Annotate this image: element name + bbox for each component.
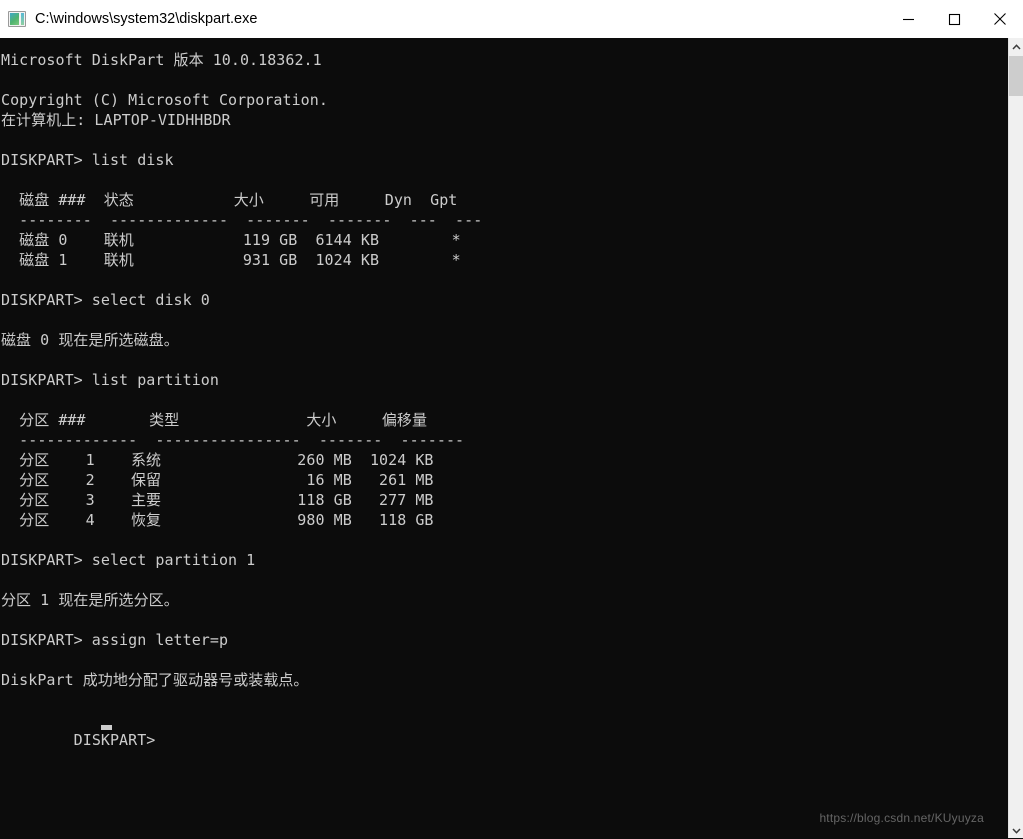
chevron-up-icon — [1011, 43, 1021, 50]
partition-table-header: 分区 ### 类型 大小 偏移量 — [1, 411, 428, 429]
console-message: 分区 1 现在是所选分区。 — [1, 591, 179, 609]
disk-table-header: 磁盘 ### 状态 大小 可用 Dyn Gpt — [1, 191, 458, 209]
text-cursor — [101, 725, 112, 730]
console-command-line: DISKPART> list disk — [1, 151, 174, 169]
maximize-icon — [948, 13, 960, 25]
window-title: C:\windows\system32\diskpart.exe — [35, 11, 258, 27]
console-app-icon — [8, 11, 26, 27]
title-bar-left: C:\windows\system32\diskpart.exe — [0, 0, 885, 38]
watermark: https://blog.csdn.net/KUyuyza — [819, 811, 984, 825]
disk-table-row: 磁盘 0 联机 119 GB 6144 KB * — [1, 231, 461, 249]
partition-table-row: 分区 2 保留 16 MB 261 MB — [1, 471, 434, 489]
scrollbar-up-button[interactable] — [1009, 38, 1023, 55]
window-controls — [885, 0, 1023, 38]
partition-table-row: 分区 3 主要 118 GB 277 MB — [1, 491, 434, 509]
console-command-line: DISKPART> assign letter=p — [1, 631, 229, 649]
close-icon — [994, 13, 1006, 25]
console-lines: Microsoft DiskPart 版本 10.0.18362.1 Copyr… — [0, 50, 1008, 749]
partition-table-row: 分区 1 系统 260 MB 1024 KB — [1, 451, 434, 469]
console-prompt-line[interactable]: DISKPART> — [0, 710, 1008, 749]
vertical-scrollbar[interactable] — [1008, 38, 1023, 839]
console-output-area[interactable]: Microsoft DiskPart 版本 10.0.18362.1 Copyr… — [0, 38, 1008, 839]
console-line: Copyright (C) Microsoft Corporation. — [1, 91, 328, 109]
console-command-line: DISKPART> select disk 0 — [1, 291, 210, 309]
partition-table-row: 分区 4 恢复 980 MB 118 GB — [1, 511, 434, 529]
minimize-icon — [902, 18, 914, 20]
scrollbar-thumb[interactable] — [1009, 56, 1023, 96]
chevron-down-icon — [1011, 827, 1021, 834]
minimize-button[interactable] — [885, 0, 931, 38]
scrollbar-track[interactable] — [1009, 55, 1023, 822]
disk-table-separator: -------- ------------- ------- ------- -… — [1, 211, 483, 229]
partition-table-separator: ------------- ---------------- ------- -… — [1, 431, 465, 449]
maximize-button[interactable] — [931, 0, 977, 38]
console-line: 在计算机上: LAPTOP-VIDHHBDR — [1, 111, 231, 129]
title-bar[interactable]: C:\windows\system32\diskpart.exe — [0, 0, 1023, 38]
console-prompt: DISKPART> — [73, 731, 165, 749]
console-command-line: DISKPART> list partition — [1, 371, 219, 389]
scrollbar-down-button[interactable] — [1009, 822, 1023, 839]
console-message: 磁盘 0 现在是所选磁盘。 — [1, 331, 179, 349]
disk-table-row: 磁盘 1 联机 931 GB 1024 KB * — [1, 251, 461, 269]
diskpart-window: C:\windows\system32\diskpart.exe Microso… — [0, 0, 1023, 839]
console-message: DiskPart 成功地分配了驱动器号或装载点。 — [1, 671, 309, 689]
console-line: Microsoft DiskPart 版本 10.0.18362.1 — [1, 51, 322, 69]
close-button[interactable] — [977, 0, 1023, 38]
console-command-line: DISKPART> select partition 1 — [1, 551, 256, 569]
